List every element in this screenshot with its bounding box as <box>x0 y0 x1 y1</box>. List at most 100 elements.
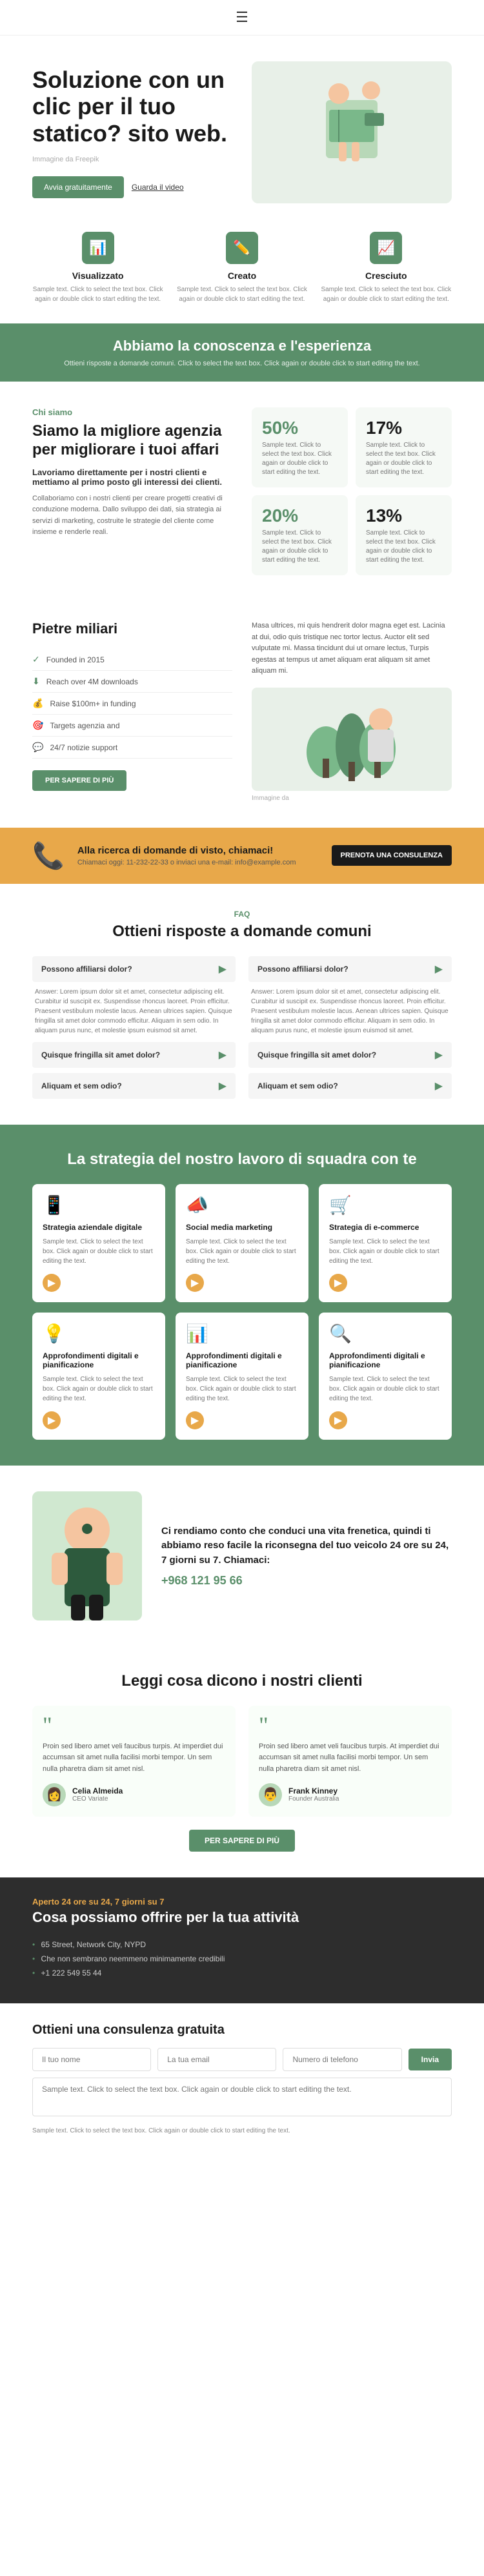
check-icon: ✓ <box>32 654 40 665</box>
strategy-card-3: 🛒 Strategia di e-commerce Sample text. C… <box>319 1184 452 1302</box>
ecommerce-icon: 🛒 <box>329 1194 441 1216</box>
name-input[interactable] <box>32 2048 151 2071</box>
menu-icon[interactable]: ☰ <box>236 9 248 26</box>
submit-button[interactable]: Invia <box>408 2049 452 2070</box>
milestone-text-3: Raise $100m+ in funding <box>50 699 136 708</box>
bullet-icon-3: • <box>32 1968 35 1978</box>
milestone-item-2: ⬇ Reach over 4M downloads <box>32 671 232 693</box>
strategy-card-6: 🔍 Approfondimenti digitali e pianificazi… <box>319 1313 452 1440</box>
faq-main-q-1[interactable]: Possono affiliarsi dolor? ▶ <box>32 956 236 982</box>
strategy-title-2: Social media marketing <box>186 1223 298 1232</box>
faq-main-q-2[interactable]: Possono affiliarsi dolor? ▶ <box>248 956 452 982</box>
search-icon: 🔍 <box>329 1323 441 1345</box>
money-icon: 💰 <box>32 698 43 709</box>
feature-text-2: Sample text. Click to select the text bo… <box>176 285 307 304</box>
strategy-btn-3[interactable]: ▶ <box>329 1274 347 1292</box>
download-icon: ⬇ <box>32 676 40 687</box>
person-phone: +968 121 95 66 <box>161 1574 243 1587</box>
strategy-card-1: 📱 Strategia aziendale digitale Sample te… <box>32 1184 165 1302</box>
stat-number-2: 17% <box>366 418 441 438</box>
feature-text-3: Sample text. Click to select the text bo… <box>321 285 452 304</box>
milestone-item-4: 🎯 Targets agenzia and <box>32 715 232 737</box>
faq-sub-q-1-1[interactable]: Quisque fringilla sit amet dolor? ▶ <box>32 1042 236 1068</box>
strategy-btn-4[interactable]: ▶ <box>43 1411 61 1429</box>
testimonial-author-1: 👩 Celia Almeida CEO Variate <box>43 1783 225 1806</box>
strategy-card-2: 📣 Social media marketing Sample text. Cl… <box>176 1184 308 1302</box>
pietre-cta-button[interactable]: PER SAPERE DI PIÙ <box>32 770 126 791</box>
strategy-btn-6[interactable]: ▶ <box>329 1411 347 1429</box>
chi-siamo-section: Chi siamo Siamo la migliore agenzia per … <box>0 382 484 601</box>
strategy-text-4: Sample text. Click to select the text bo… <box>43 1375 155 1404</box>
milestone-item-1: ✓ Founded in 2015 <box>32 649 232 671</box>
hero-illustration <box>287 74 416 190</box>
dark-info-list: • 65 Street, Network City, NYPD • Che no… <box>32 1937 452 1980</box>
dark-info-text-3: +1 222 549 55 44 <box>41 1968 102 1978</box>
pietre-image <box>252 688 452 791</box>
author-name-2: Frank Kinney <box>288 1786 339 1795</box>
email-input[interactable] <box>157 2048 276 2071</box>
faq-answer-1: Answer: Lorem ipsum dolor sit et amet, c… <box>32 987 236 1042</box>
dark-title-white: Cosa possiamo offrire per la tua attivit… <box>32 1909 452 1926</box>
cta-consult-button[interactable]: PRENOTA UNA CONSULENZA <box>332 845 452 866</box>
faq-sub-q-text-1-2: Aliquam et sem odio? <box>41 1081 122 1090</box>
strategy-btn-1[interactable]: ▶ <box>43 1274 61 1292</box>
person-section: Ci rendiamo conto che conduci una vita f… <box>0 1466 484 1646</box>
stat-number-3: 20% <box>262 506 338 526</box>
strategy-btn-5[interactable]: ▶ <box>186 1411 204 1429</box>
strategy-text-2: Sample text. Click to select the text bo… <box>186 1237 298 1266</box>
testimonial-card-2: " Proin sed libero amet veli faucibus tu… <box>248 1706 452 1817</box>
stat-box-1: 50% Sample text. Click to select the tex… <box>252 407 348 487</box>
strategy-card-4: 💡 Approfondimenti digitali e pianificazi… <box>32 1313 165 1440</box>
milestone-text-1: Founded in 2015 <box>46 655 105 664</box>
faq-col-1: Possono affiliarsi dolor? ▶ Answer: Lore… <box>32 956 236 1099</box>
faq-sub-q-2-2[interactable]: Aliquam et sem odio? ▶ <box>248 1073 452 1099</box>
pietre-right: Masa ultrices, mi quis hendrerit dolor m… <box>252 620 452 802</box>
dark-title-orange: Aperto 24 ore su 24, 7 giorni su 7 <box>32 1897 452 1906</box>
pietre-section: Pietre miliari ✓ Founded in 2015 ⬇ Reach… <box>0 601 484 828</box>
milestone-text-4: Targets agenzia and <box>50 721 119 730</box>
strategy-title-3: Strategia di e-commerce <box>329 1223 441 1232</box>
feature-text-1: Sample text. Click to select the text bo… <box>32 285 163 304</box>
hero-title: Soluzione con un clic per il tuo statico… <box>32 66 232 147</box>
strategy-text-1: Sample text. Click to select the text bo… <box>43 1237 155 1266</box>
strategy-title-5: Approfondimenti digitali e pianificazion… <box>186 1351 298 1369</box>
chat-icon: 💬 <box>32 742 43 753</box>
faq-sub-q-2-1[interactable]: Quisque fringilla sit amet dolor? ▶ <box>248 1042 452 1068</box>
faq-sub-q-1-2[interactable]: Aliquam et sem odio? ▶ <box>32 1073 236 1099</box>
faq-sub-arrow-2-2: ▶ <box>435 1079 443 1092</box>
primary-cta-button[interactable]: Avvia gratuitamente <box>32 176 124 198</box>
pietre-left: Pietre miliari ✓ Founded in 2015 ⬇ Reach… <box>32 620 232 802</box>
author-name-1: Celia Almeida <box>72 1786 123 1795</box>
strategy-card-5: 📊 Approfondimenti digitali e pianificazi… <box>176 1313 308 1440</box>
testimonials-btn[interactable]: PER SAPERE DI PIÙ <box>189 1830 295 1852</box>
target-icon: 🎯 <box>32 720 43 731</box>
strategy-btn-2[interactable]: ▶ <box>186 1274 204 1292</box>
feature-icon-box-3: 📈 <box>370 232 402 264</box>
milestone-item-3: 💰 Raise $100m+ in funding <box>32 693 232 715</box>
faq-grid: Possono affiliarsi dolor? ▶ Answer: Lore… <box>32 956 452 1099</box>
faq-arrow-1: ▶ <box>219 963 227 976</box>
video-link[interactable]: Guarda il video <box>132 183 184 192</box>
author-info-1: Celia Almeida CEO Variate <box>72 1786 123 1803</box>
chi-siamo-text: Collaboriamo con i nostri clienti per cr… <box>32 493 232 538</box>
author-role-2: Founder Australia <box>288 1795 339 1803</box>
cosa-facciamo-banner: Abbiamo la conoscenza e l'esperienza Ott… <box>0 323 484 382</box>
strategy-grid: 📱 Strategia aziendale digitale Sample te… <box>32 1184 452 1440</box>
stat-text-1: Sample text. Click to select the text bo… <box>262 441 338 477</box>
consult-form: Invia <box>32 2048 452 2071</box>
avatar-1: 👩 <box>43 1783 66 1806</box>
message-textarea[interactable] <box>32 2078 452 2116</box>
dark-info-2: • Che non sembrano neemmeno minimamente … <box>32 1952 452 1966</box>
pencil-icon: ✏️ <box>233 240 250 256</box>
chart-icon: 📊 <box>186 1323 298 1345</box>
testimonial-text-1: Proin sed libero amet veli faucibus turp… <box>43 1741 225 1775</box>
strategy-text-3: Sample text. Click to select the text bo… <box>329 1237 441 1266</box>
dark-info-1: • 65 Street, Network City, NYPD <box>32 1937 452 1952</box>
strategy-text-6: Sample text. Click to select the text bo… <box>329 1375 441 1404</box>
testimonial-author-2: 👨 Frank Kinney Founder Australia <box>259 1783 441 1806</box>
phone-input[interactable] <box>283 2048 401 2071</box>
trending-up-icon: 📈 <box>378 240 395 256</box>
testimonials-title: Leggi cosa dicono i nostri clienti <box>32 1672 452 1690</box>
quote-icon-1: " <box>43 1716 225 1735</box>
cta-text-block: Alla ricerca di domande di visto, chiama… <box>77 845 319 866</box>
